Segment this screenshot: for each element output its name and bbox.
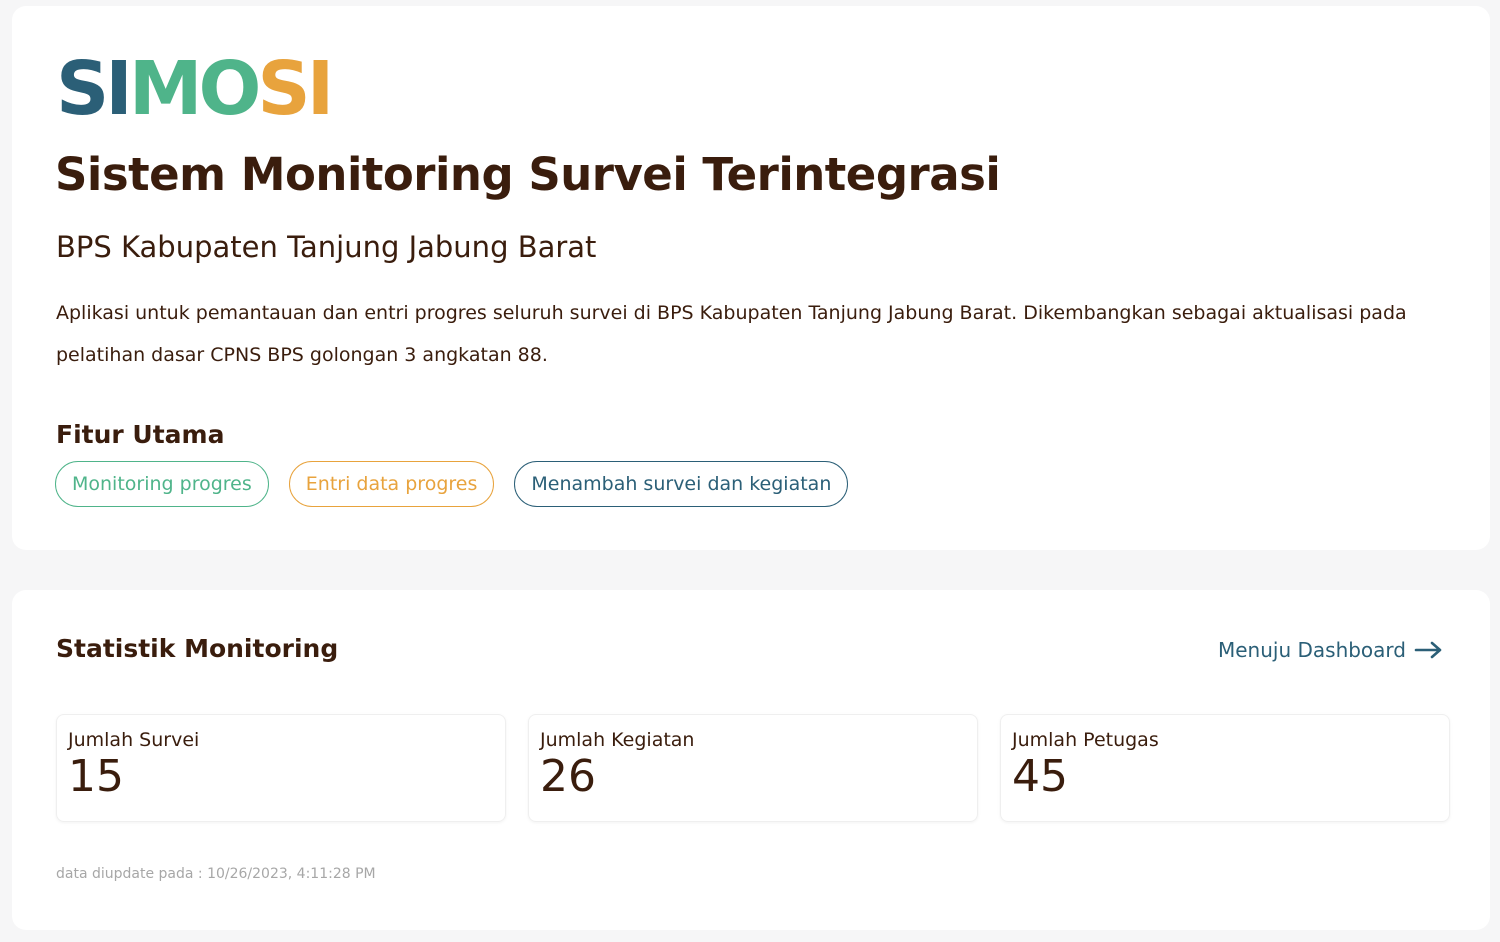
feature-chip-monitoring[interactable]: Monitoring progres <box>55 461 269 507</box>
arrow-right-icon <box>1414 641 1442 659</box>
logo-letter: O <box>198 46 261 132</box>
stat-label: Jumlah Survei <box>68 729 200 751</box>
stats-heading: Statistik Monitoring <box>56 634 339 663</box>
dashboard-link-label: Menuju Dashboard <box>1217 638 1406 662</box>
features-heading: Fitur Utama <box>56 420 225 449</box>
page-subtitle: BPS Kabupaten Tanjung Jabung Barat <box>56 230 597 264</box>
feature-chips: Monitoring progres Entri data progres Me… <box>55 461 849 507</box>
stats-card: Statistik Monitoring Menuju Dashboard Ju… <box>12 590 1490 930</box>
page-title: Sistem Monitoring Survei Terintegrasi <box>55 148 1001 201</box>
feature-chip-menambah[interactable]: Menambah survei dan kegiatan <box>514 461 849 507</box>
last-updated-text: data diupdate pada : 10/26/2023, 4:11:28… <box>56 866 376 882</box>
logo-letter: M <box>128 46 203 132</box>
app-description: Aplikasi untuk pemantauan dan entri prog… <box>56 302 1407 366</box>
stat-box-kegiatan: Jumlah Kegiatan 26 <box>528 714 978 822</box>
stat-label: Jumlah Petugas <box>1012 729 1159 751</box>
stat-box-survei: Jumlah Survei 15 <box>56 714 506 822</box>
logo-letter: S <box>56 46 109 132</box>
stat-value: 45 <box>1012 751 1068 802</box>
stat-value: 26 <box>540 751 596 802</box>
feature-chip-entri[interactable]: Entri data progres <box>288 461 495 507</box>
stat-boxes: Jumlah Survei 15 Jumlah Kegiatan 26 Juml… <box>56 714 1450 822</box>
simosi-logo: SIMOSI <box>56 46 334 132</box>
stat-box-petugas: Jumlah Petugas 45 <box>1000 714 1450 822</box>
logo-letter: S <box>257 46 310 132</box>
hero-card: SIMOSI Sistem Monitoring Survei Terinteg… <box>12 6 1490 550</box>
logo-letter: I <box>105 46 132 132</box>
dashboard-link[interactable]: Menuju Dashboard <box>1218 638 1444 662</box>
logo-letter: I <box>306 46 334 132</box>
stat-label: Jumlah Kegiatan <box>540 729 695 751</box>
stat-value: 15 <box>68 751 124 802</box>
